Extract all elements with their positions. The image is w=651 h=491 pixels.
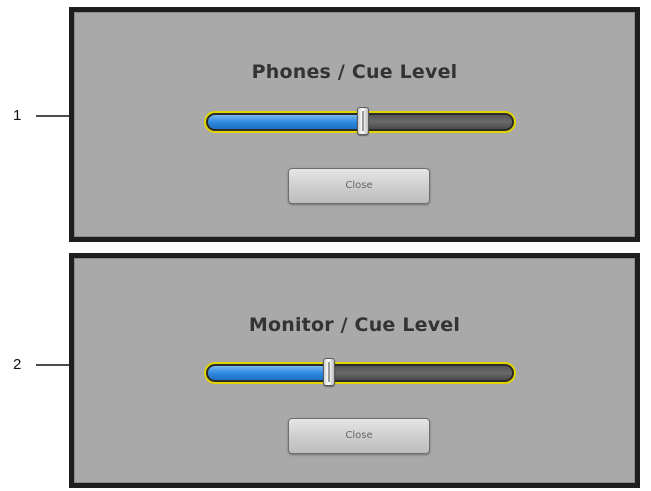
callout-number: 2 [13, 356, 22, 373]
slider-thumb[interactable] [357, 107, 370, 135]
dialog-title: Phones / Cue Level [251, 61, 458, 83]
phones-cue-level-slider[interactable] [204, 107, 516, 135]
monitor-cue-level-slider[interactable] [204, 358, 516, 386]
monitor-cue-level-dialog: Monitor / Cue Level Close [69, 253, 640, 488]
slider-thumb[interactable] [322, 358, 335, 386]
dialog-title: Monitor / Cue Level [248, 314, 461, 336]
callout-number: 1 [13, 107, 22, 124]
close-button[interactable]: Close [288, 168, 430, 204]
slider-track[interactable] [204, 362, 516, 384]
close-button[interactable]: Close [288, 418, 430, 454]
slider-fill [208, 366, 330, 380]
phones-cue-level-dialog: Phones / Cue Level Close [69, 7, 640, 242]
slider-fill [208, 115, 364, 129]
slider-rail [208, 366, 512, 380]
